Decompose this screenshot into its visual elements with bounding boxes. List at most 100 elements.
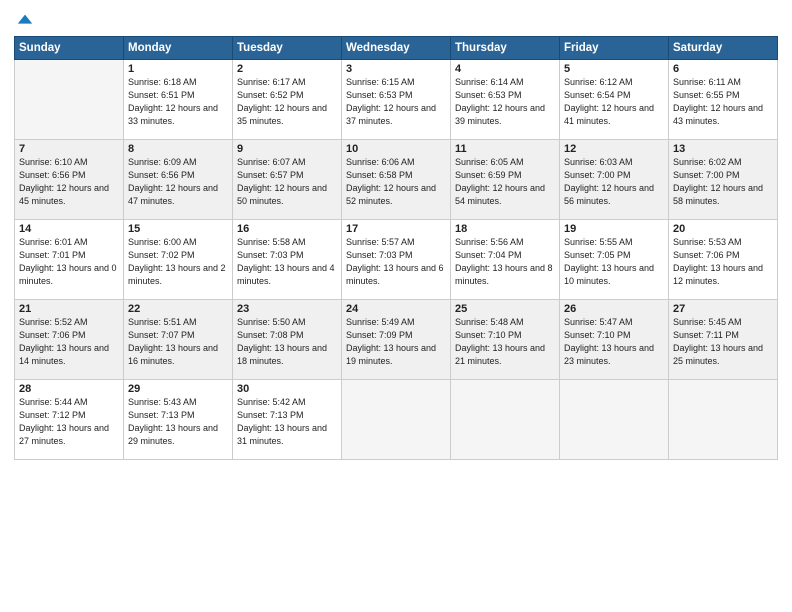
calendar-cell: 18Sunrise: 5:56 AMSunset: 7:04 PMDayligh… (451, 219, 560, 299)
calendar-cell: 16Sunrise: 5:58 AMSunset: 7:03 PMDayligh… (233, 219, 342, 299)
sun-info: Sunrise: 5:57 AMSunset: 7:03 PMDaylight:… (346, 236, 446, 288)
day-number: 27 (673, 303, 773, 315)
sun-info: Sunrise: 5:49 AMSunset: 7:09 PMDaylight:… (346, 316, 446, 368)
sun-info: Sunrise: 5:45 AMSunset: 7:11 PMDaylight:… (673, 316, 773, 368)
sun-info: Sunrise: 5:44 AMSunset: 7:12 PMDaylight:… (19, 396, 119, 448)
sun-info: Sunrise: 5:47 AMSunset: 7:10 PMDaylight:… (564, 316, 664, 368)
sun-info: Sunrise: 6:05 AMSunset: 6:59 PMDaylight:… (455, 156, 555, 208)
calendar-week-row: 14Sunrise: 6:01 AMSunset: 7:01 PMDayligh… (15, 219, 778, 299)
sun-info: Sunrise: 6:01 AMSunset: 7:01 PMDaylight:… (19, 236, 119, 288)
calendar-cell: 23Sunrise: 5:50 AMSunset: 7:08 PMDayligh… (233, 299, 342, 379)
calendar-week-row: 28Sunrise: 5:44 AMSunset: 7:12 PMDayligh… (15, 379, 778, 459)
header (14, 10, 778, 30)
sun-info: Sunrise: 5:42 AMSunset: 7:13 PMDaylight:… (237, 396, 337, 448)
calendar-cell: 13Sunrise: 6:02 AMSunset: 7:00 PMDayligh… (669, 139, 778, 219)
day-number: 5 (564, 63, 664, 75)
day-number: 12 (564, 143, 664, 155)
sun-info: Sunrise: 6:17 AMSunset: 6:52 PMDaylight:… (237, 76, 337, 128)
calendar-cell: 27Sunrise: 5:45 AMSunset: 7:11 PMDayligh… (669, 299, 778, 379)
day-number: 3 (346, 63, 446, 75)
weekday-header: Monday (124, 36, 233, 59)
day-number: 23 (237, 303, 337, 315)
day-number: 21 (19, 303, 119, 315)
calendar-cell: 6Sunrise: 6:11 AMSunset: 6:55 PMDaylight… (669, 59, 778, 139)
day-number: 30 (237, 383, 337, 395)
weekday-header: Sunday (15, 36, 124, 59)
calendar-cell: 11Sunrise: 6:05 AMSunset: 6:59 PMDayligh… (451, 139, 560, 219)
page: SundayMondayTuesdayWednesdayThursdayFrid… (0, 0, 792, 612)
calendar-cell (15, 59, 124, 139)
calendar-cell (342, 379, 451, 459)
logo-icon (16, 11, 34, 29)
sun-info: Sunrise: 6:00 AMSunset: 7:02 PMDaylight:… (128, 236, 228, 288)
calendar-cell: 25Sunrise: 5:48 AMSunset: 7:10 PMDayligh… (451, 299, 560, 379)
calendar-cell: 24Sunrise: 5:49 AMSunset: 7:09 PMDayligh… (342, 299, 451, 379)
calendar-cell: 20Sunrise: 5:53 AMSunset: 7:06 PMDayligh… (669, 219, 778, 299)
sun-info: Sunrise: 5:53 AMSunset: 7:06 PMDaylight:… (673, 236, 773, 288)
sun-info: Sunrise: 6:03 AMSunset: 7:00 PMDaylight:… (564, 156, 664, 208)
calendar-cell: 17Sunrise: 5:57 AMSunset: 7:03 PMDayligh… (342, 219, 451, 299)
day-number: 4 (455, 63, 555, 75)
calendar-week-row: 21Sunrise: 5:52 AMSunset: 7:06 PMDayligh… (15, 299, 778, 379)
sun-info: Sunrise: 6:07 AMSunset: 6:57 PMDaylight:… (237, 156, 337, 208)
day-number: 29 (128, 383, 228, 395)
sun-info: Sunrise: 6:06 AMSunset: 6:58 PMDaylight:… (346, 156, 446, 208)
weekday-header: Wednesday (342, 36, 451, 59)
calendar-cell: 10Sunrise: 6:06 AMSunset: 6:58 PMDayligh… (342, 139, 451, 219)
calendar-week-row: 1Sunrise: 6:18 AMSunset: 6:51 PMDaylight… (15, 59, 778, 139)
sun-info: Sunrise: 5:55 AMSunset: 7:05 PMDaylight:… (564, 236, 664, 288)
calendar-cell: 28Sunrise: 5:44 AMSunset: 7:12 PMDayligh… (15, 379, 124, 459)
sun-info: Sunrise: 6:11 AMSunset: 6:55 PMDaylight:… (673, 76, 773, 128)
calendar-cell: 8Sunrise: 6:09 AMSunset: 6:56 PMDaylight… (124, 139, 233, 219)
day-number: 28 (19, 383, 119, 395)
day-number: 25 (455, 303, 555, 315)
day-number: 26 (564, 303, 664, 315)
calendar-cell: 7Sunrise: 6:10 AMSunset: 6:56 PMDaylight… (15, 139, 124, 219)
calendar-cell: 14Sunrise: 6:01 AMSunset: 7:01 PMDayligh… (15, 219, 124, 299)
day-number: 20 (673, 223, 773, 235)
sun-info: Sunrise: 6:15 AMSunset: 6:53 PMDaylight:… (346, 76, 446, 128)
sun-info: Sunrise: 5:50 AMSunset: 7:08 PMDaylight:… (237, 316, 337, 368)
sun-info: Sunrise: 5:58 AMSunset: 7:03 PMDaylight:… (237, 236, 337, 288)
day-number: 1 (128, 63, 228, 75)
day-number: 16 (237, 223, 337, 235)
calendar-header-row: SundayMondayTuesdayWednesdayThursdayFrid… (15, 36, 778, 59)
sun-info: Sunrise: 5:51 AMSunset: 7:07 PMDaylight:… (128, 316, 228, 368)
calendar-cell: 19Sunrise: 5:55 AMSunset: 7:05 PMDayligh… (560, 219, 669, 299)
day-number: 15 (128, 223, 228, 235)
day-number: 22 (128, 303, 228, 315)
weekday-header: Friday (560, 36, 669, 59)
day-number: 11 (455, 143, 555, 155)
weekday-header: Tuesday (233, 36, 342, 59)
day-number: 24 (346, 303, 446, 315)
day-number: 10 (346, 143, 446, 155)
day-number: 13 (673, 143, 773, 155)
calendar-cell (669, 379, 778, 459)
day-number: 7 (19, 143, 119, 155)
calendar-cell: 22Sunrise: 5:51 AMSunset: 7:07 PMDayligh… (124, 299, 233, 379)
sun-info: Sunrise: 6:02 AMSunset: 7:00 PMDaylight:… (673, 156, 773, 208)
day-number: 17 (346, 223, 446, 235)
day-number: 9 (237, 143, 337, 155)
sun-info: Sunrise: 5:56 AMSunset: 7:04 PMDaylight:… (455, 236, 555, 288)
calendar-cell: 12Sunrise: 6:03 AMSunset: 7:00 PMDayligh… (560, 139, 669, 219)
calendar-cell (560, 379, 669, 459)
sun-info: Sunrise: 6:09 AMSunset: 6:56 PMDaylight:… (128, 156, 228, 208)
sun-info: Sunrise: 5:43 AMSunset: 7:13 PMDaylight:… (128, 396, 228, 448)
calendar-cell: 29Sunrise: 5:43 AMSunset: 7:13 PMDayligh… (124, 379, 233, 459)
day-number: 8 (128, 143, 228, 155)
calendar-cell: 4Sunrise: 6:14 AMSunset: 6:53 PMDaylight… (451, 59, 560, 139)
calendar-cell: 1Sunrise: 6:18 AMSunset: 6:51 PMDaylight… (124, 59, 233, 139)
calendar-cell (451, 379, 560, 459)
day-number: 2 (237, 63, 337, 75)
calendar-cell: 26Sunrise: 5:47 AMSunset: 7:10 PMDayligh… (560, 299, 669, 379)
sun-info: Sunrise: 6:10 AMSunset: 6:56 PMDaylight:… (19, 156, 119, 208)
calendar-cell: 30Sunrise: 5:42 AMSunset: 7:13 PMDayligh… (233, 379, 342, 459)
calendar-cell: 3Sunrise: 6:15 AMSunset: 6:53 PMDaylight… (342, 59, 451, 139)
logo (14, 14, 34, 30)
calendar-cell: 21Sunrise: 5:52 AMSunset: 7:06 PMDayligh… (15, 299, 124, 379)
calendar-cell: 9Sunrise: 6:07 AMSunset: 6:57 PMDaylight… (233, 139, 342, 219)
sun-info: Sunrise: 5:48 AMSunset: 7:10 PMDaylight:… (455, 316, 555, 368)
calendar-table: SundayMondayTuesdayWednesdayThursdayFrid… (14, 36, 778, 460)
weekday-header: Thursday (451, 36, 560, 59)
